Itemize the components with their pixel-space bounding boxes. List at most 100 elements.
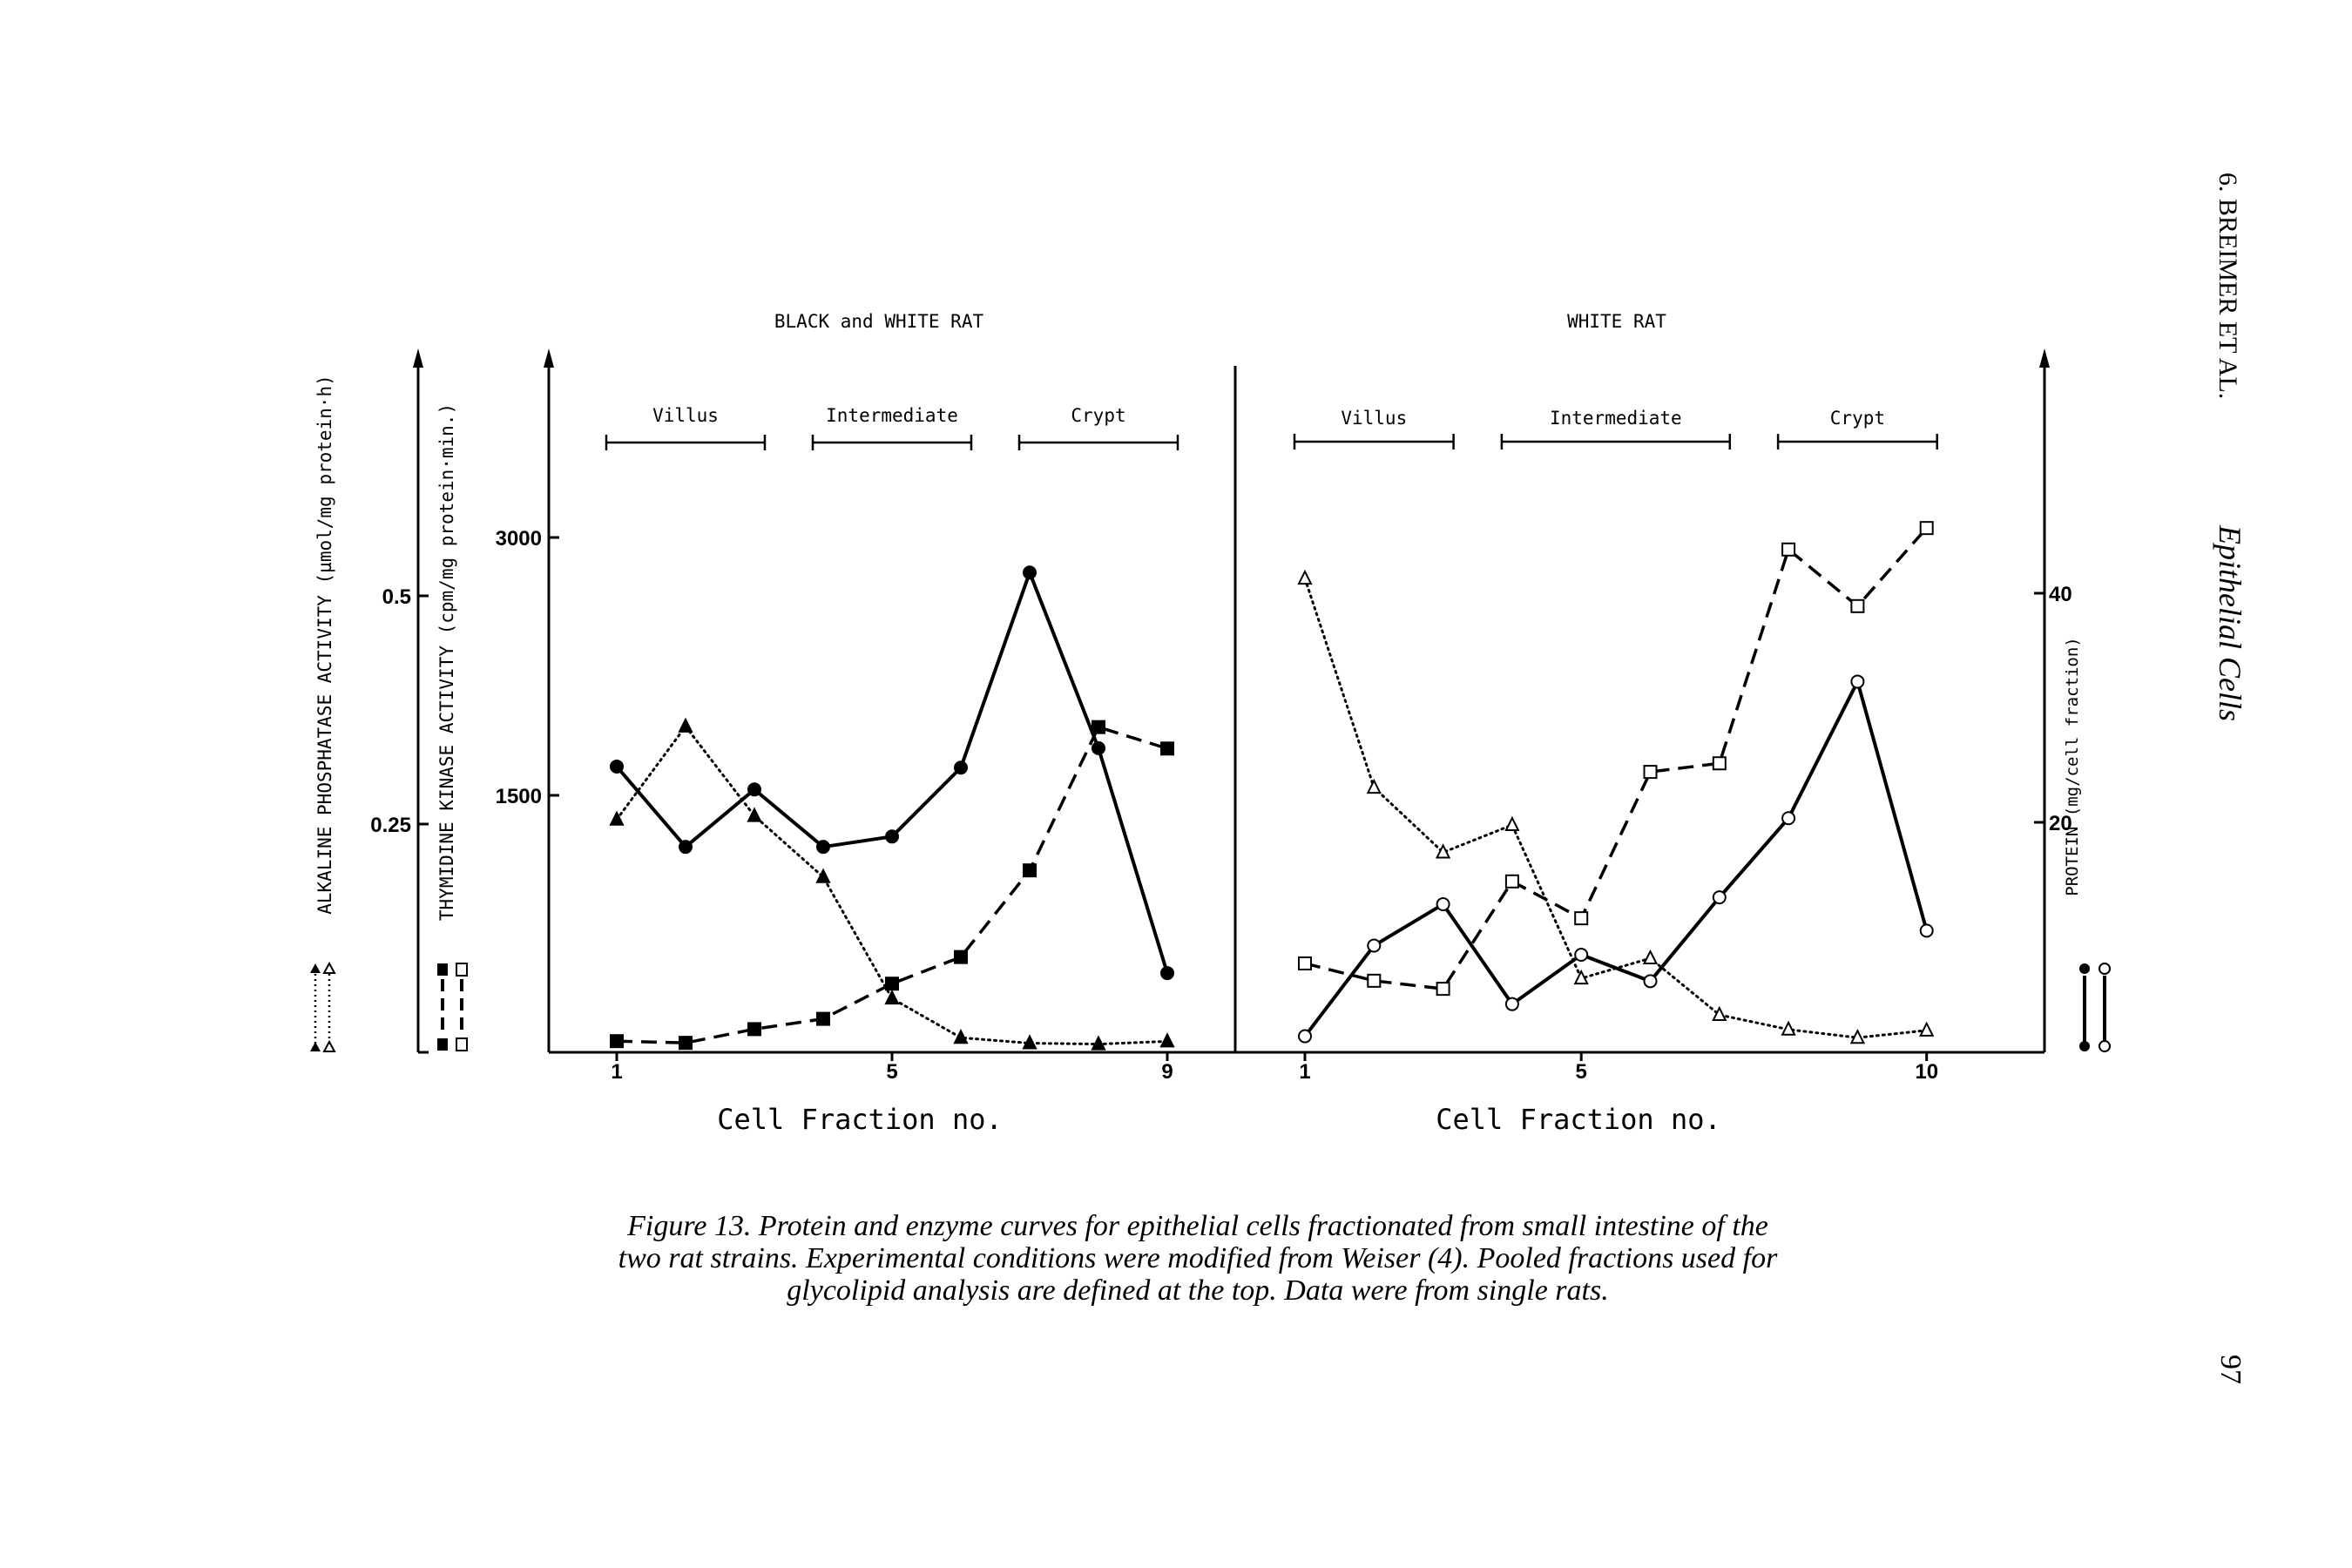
caption-line: Figure 13. Protein and enzyme curves for… [626, 1210, 1768, 1242]
thymidine-point [747, 1022, 761, 1037]
thymidine-point [1850, 598, 1865, 613]
thymidine-point [1643, 765, 1658, 780]
thymidine-tick-label: 3000 [496, 527, 542, 551]
alkaline-tick-label: 0.25 [370, 814, 411, 837]
protein-point [816, 840, 830, 855]
alkaline-point [884, 989, 900, 1005]
legend-filled-square-icon [437, 963, 448, 976]
protein-tick-label: 40 [2049, 583, 2072, 606]
legend-filled-square-icon [437, 1038, 448, 1051]
protein-point [1781, 811, 1796, 826]
alkaline-point [1366, 778, 1382, 794]
thymidine-point [1367, 973, 1382, 988]
legend-alkaline [314, 974, 331, 1045]
protein-point [610, 759, 624, 774]
pool-label: Villus [652, 405, 719, 426]
legend-protein [2083, 976, 2106, 1042]
legend-thymidine [441, 979, 463, 1037]
thymidine-point [954, 950, 968, 964]
protein-point [1023, 565, 1037, 580]
alkaline-axis-label: ALKALINE PHOSPHATASE ACTIVITY (µmol/mg p… [314, 375, 335, 915]
x-axis-label-left: Cell Fraction no. [717, 1103, 1003, 1136]
x-tick-label: 9 [1161, 1060, 1173, 1084]
figure-13: 0.5 0.25 3000 1500 40 20 ALKALINE PHOSPH… [310, 172, 2247, 1384]
pool-label: Villus [1341, 408, 1407, 429]
protein-axis-arrow [2039, 348, 2050, 368]
legend-open-triangle-icon [322, 1039, 336, 1052]
protein-point [747, 782, 761, 797]
protein-series-line [615, 567, 1169, 974]
thymidine-point [1436, 982, 1450, 997]
thymidine-point [679, 1036, 693, 1051]
panel-title-right: WHITE RAT [1567, 311, 1666, 332]
thymidine-axis-label: THYMIDINE KINASE ACTIVITY (cpm/mg protei… [436, 403, 457, 921]
protein-point [1504, 997, 1519, 1011]
thymidine-point [1712, 756, 1727, 771]
pool-label: Crypt [1071, 405, 1125, 426]
alkaline-point [1642, 949, 1659, 965]
alkaline-series-line [1303, 577, 1929, 1039]
protein-point [1160, 966, 1174, 981]
protein-axis-label: PROTEIN (mg/cell fraction) [2063, 637, 2082, 896]
protein-point [885, 829, 899, 844]
alkaline-point [1781, 1020, 1796, 1036]
legend-filled-triangle-icon [310, 1042, 321, 1051]
running-title: Epithelial Cells [2213, 524, 2247, 721]
alkaline-point [1159, 1032, 1175, 1048]
x-tick-label: 1 [1299, 1060, 1310, 1084]
protein-point [1367, 938, 1382, 953]
protein-point [1712, 890, 1727, 905]
protein-point [1436, 897, 1450, 912]
thymidine-point [885, 977, 899, 991]
running-head: 6. BREIMER ET AL. [2213, 172, 2242, 399]
legend-open-square-icon [456, 963, 468, 977]
protein-point [679, 840, 693, 855]
protein-point [1092, 740, 1105, 755]
legend-open-triangle-icon [322, 961, 336, 974]
thymidine-tick-label: 1500 [496, 785, 542, 808]
protein-series-line [1303, 676, 1929, 1037]
thymidine-point [610, 1034, 624, 1049]
legend-open-circle-icon [2099, 1040, 2111, 1052]
x-tick-label: 1 [611, 1060, 622, 1084]
pool-label: Crypt [1830, 408, 1885, 429]
alkaline-axis-arrow [413, 348, 423, 368]
x-tick-label: 5 [1576, 1060, 1587, 1084]
legend-filled-triangle-icon [310, 963, 321, 973]
legend-filled-circle-icon [2079, 963, 2090, 974]
thymidine-series-line [1304, 527, 1929, 990]
page-number: 97 [2214, 1355, 2247, 1384]
alkaline-point [1919, 1021, 1935, 1037]
thymidine-point [1023, 863, 1037, 878]
x-axis-label-right: Cell Fraction no. [1436, 1103, 1721, 1136]
pool-label: Intermediate [826, 405, 958, 426]
thymidine-point [1919, 521, 1934, 536]
alkaline-point [815, 868, 831, 883]
alkaline-tick-label: 0.5 [382, 585, 411, 609]
thymidine-point [1298, 956, 1312, 970]
protein-point [954, 760, 968, 775]
x-tick-label: 5 [886, 1060, 897, 1084]
protein-point [1574, 948, 1589, 963]
protein-point [1919, 923, 1934, 938]
alkaline-point [1297, 569, 1313, 585]
caption-line: glycolipid analysis are defined at the t… [787, 1274, 1608, 1307]
protein-point [1850, 674, 1865, 689]
thymidine-axis-arrow [544, 348, 554, 368]
legend-open-square-icon [456, 1037, 468, 1051]
legend-open-circle-icon [2099, 963, 2111, 975]
alkaline-point [678, 717, 693, 733]
thymidine-point [816, 1011, 830, 1026]
pool-label: Intermediate [1550, 408, 1682, 429]
panel-title-left: BLACK and WHITE RAT [774, 311, 984, 332]
alkaline-point [1504, 815, 1520, 832]
x-tick-label: 10 [1915, 1060, 1938, 1084]
legend-filled-circle-icon [2079, 1041, 2090, 1051]
thymidine-point [1504, 874, 1519, 889]
protein-point [1298, 1029, 1312, 1044]
thymidine-point [1092, 720, 1105, 734]
caption-line: two rat strains. Experimental conditions… [618, 1242, 1778, 1274]
alkaline-point [1712, 1005, 1727, 1022]
thymidine-point [1574, 911, 1589, 926]
thymidine-point [1160, 741, 1174, 756]
